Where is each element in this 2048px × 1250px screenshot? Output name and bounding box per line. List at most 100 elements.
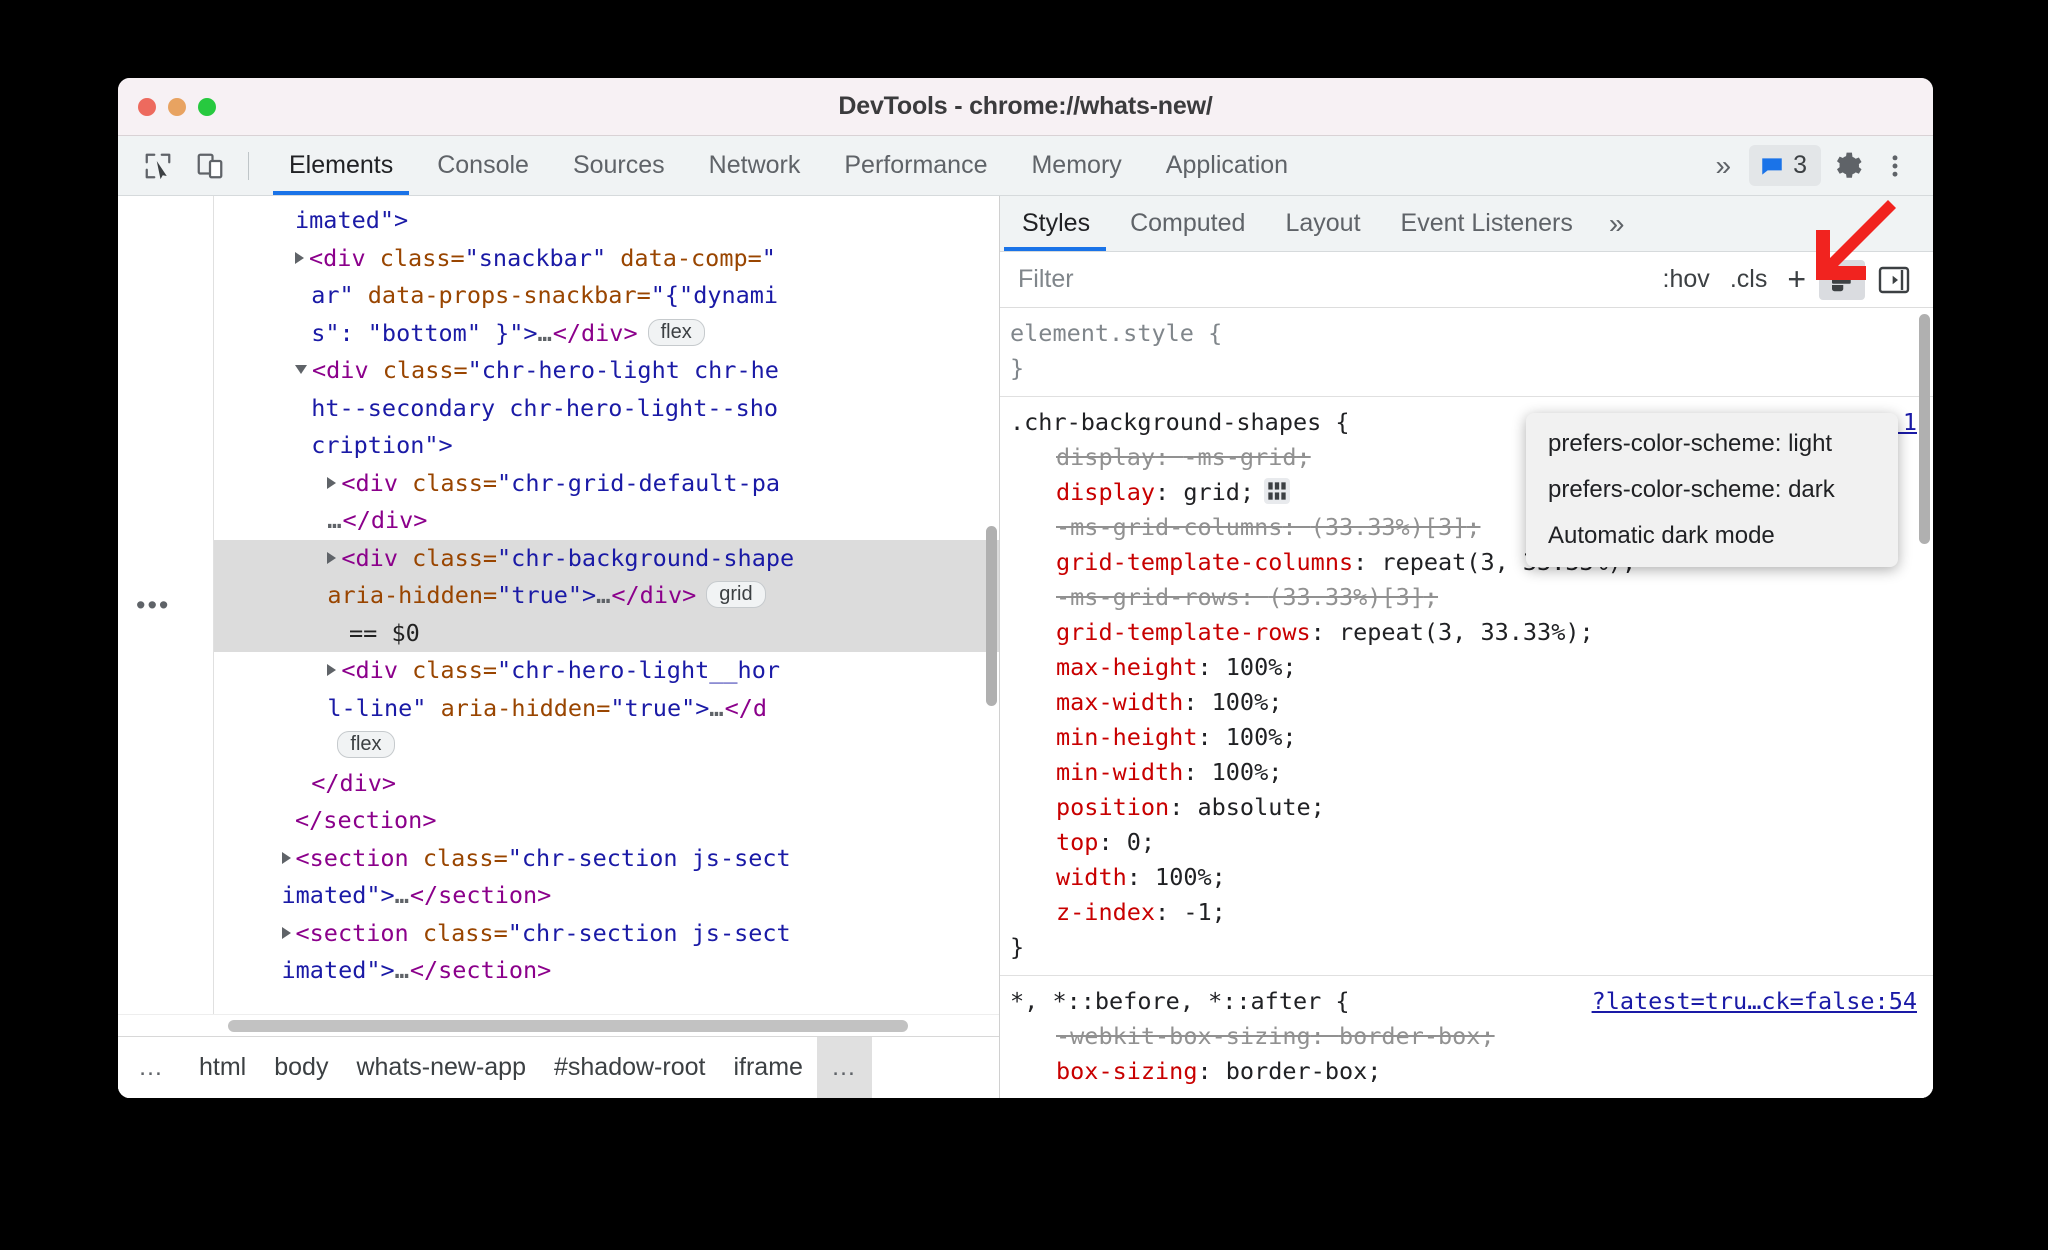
- dom-tree-row[interactable]: <div class="chr-grid-default-pa: [214, 465, 999, 503]
- css-declaration[interactable]: width: 100%;: [1010, 860, 1933, 895]
- css-selector[interactable]: .chr-background-shapes: [1010, 408, 1321, 436]
- css-property-value[interactable]: 100%: [1155, 863, 1212, 891]
- display-badge[interactable]: flex: [337, 731, 395, 758]
- css-property-value[interactable]: absolute: [1197, 793, 1310, 821]
- dom-tree-horizontal-scrollbar-track[interactable]: [118, 1014, 999, 1036]
- dom-tree-row[interactable]: </section>: [214, 802, 999, 840]
- window-traffic-lights[interactable]: [138, 97, 216, 116]
- dom-tree[interactable]: imated"> <div class="snackbar" data-comp=…: [214, 196, 999, 1014]
- hov-button[interactable]: :hov: [1653, 265, 1720, 294]
- zoom-window-button[interactable]: [198, 97, 216, 116]
- color-scheme-menu-item-1[interactable]: prefers-color-scheme: dark: [1526, 467, 1898, 513]
- styles-tab-layout[interactable]: Layout: [1265, 196, 1380, 251]
- dom-tree-row[interactable]: flex: [214, 727, 999, 765]
- breadcrumb-item-whats-new-app[interactable]: whats-new-app: [342, 1053, 540, 1082]
- tab-memory[interactable]: Memory: [1009, 136, 1143, 195]
- tab-console[interactable]: Console: [415, 136, 551, 195]
- css-property-value[interactable]: (33.33%)[3]: [1311, 513, 1467, 541]
- dom-tree-row[interactable]: …</div>: [214, 502, 999, 540]
- dom-tree-row[interactable]: aria-hidden="true">…</div> grid: [214, 577, 999, 615]
- device-toolbar-icon[interactable]: [188, 144, 232, 188]
- issues-badge[interactable]: 3: [1749, 145, 1821, 186]
- css-property-value[interactable]: -ms-grid: [1183, 443, 1296, 471]
- css-property-name[interactable]: width: [1056, 863, 1127, 891]
- css-selector[interactable]: element.style: [1010, 319, 1194, 347]
- css-property-name[interactable]: grid-template-rows: [1056, 618, 1311, 646]
- breadcrumb-item--shadow-root[interactable]: #shadow-root: [540, 1053, 719, 1082]
- css-property-value[interactable]: grid: [1183, 478, 1240, 506]
- css-selector[interactable]: *, *::before, *::after: [1010, 987, 1321, 1015]
- dom-tree-horizontal-scrollbar-thumb[interactable]: [228, 1020, 908, 1032]
- dom-tree-row[interactable]: <div class="snackbar" data-comp=": [214, 240, 999, 278]
- css-property-value[interactable]: 100%: [1226, 653, 1283, 681]
- dom-tree-row[interactable]: <div class="chr-hero-light chr-he: [214, 352, 999, 390]
- inspect-element-icon[interactable]: [136, 144, 180, 188]
- css-rule-origin-link[interactable]: ?latest=tru…ck=false:54: [1592, 984, 1917, 1019]
- dom-tree-row[interactable]: cription">: [214, 427, 999, 465]
- dom-tree-row[interactable]: l-line" aria-hidden="true">…</d: [214, 690, 999, 728]
- breadcrumb-item-body[interactable]: body: [260, 1053, 342, 1082]
- kebab-menu-icon[interactable]: [1873, 144, 1917, 188]
- close-window-button[interactable]: [138, 97, 156, 116]
- css-property-name[interactable]: box-sizing: [1056, 1057, 1197, 1085]
- dom-tree-row[interactable]: imated">…</section>: [214, 877, 999, 915]
- css-property-name[interactable]: display: [1056, 443, 1155, 471]
- dom-tree-row[interactable]: s": "bottom" }">…</div> flex: [214, 315, 999, 353]
- dom-tree-row[interactable]: <section class="chr-section js-sect: [214, 915, 999, 953]
- css-rule[interactable]: *, *::before, *::after {?latest=tru…ck=f…: [1000, 975, 1933, 1098]
- cls-button[interactable]: .cls: [1720, 265, 1778, 294]
- display-badge[interactable]: flex: [647, 318, 705, 346]
- dom-tree-row[interactable]: imated">: [214, 202, 999, 240]
- css-declaration[interactable]: max-height: 100%;: [1010, 650, 1933, 685]
- css-declaration[interactable]: min-height: 100%;: [1010, 720, 1933, 755]
- minimize-window-button[interactable]: [168, 97, 186, 116]
- css-property-value[interactable]: 100%: [1212, 688, 1269, 716]
- css-declaration[interactable]: -webkit-box-sizing: border-box;: [1010, 1019, 1933, 1054]
- css-property-name[interactable]: -webkit-box-sizing: [1056, 1022, 1311, 1050]
- css-rule[interactable]: element.style {}: [1000, 308, 1933, 396]
- css-declaration[interactable]: z-index: -1;: [1010, 895, 1933, 930]
- css-property-value[interactable]: repeat(3, 33.33%): [1339, 618, 1580, 646]
- styles-tab-computed[interactable]: Computed: [1110, 196, 1265, 251]
- css-property-value[interactable]: -1: [1183, 898, 1211, 926]
- tab-elements[interactable]: Elements: [267, 136, 415, 195]
- css-property-value[interactable]: 100%: [1226, 723, 1283, 751]
- css-declaration[interactable]: min-width: 100%;: [1010, 755, 1933, 790]
- css-declaration[interactable]: -ms-grid-rows: (33.33%)[3];: [1010, 580, 1933, 615]
- tab-performance[interactable]: Performance: [822, 136, 1009, 195]
- dom-tree-row[interactable]: <div class="chr-background-shape: [214, 539, 999, 577]
- css-property-value[interactable]: 100%: [1212, 758, 1269, 786]
- css-property-name[interactable]: display: [1056, 478, 1155, 506]
- css-property-name[interactable]: top: [1056, 828, 1098, 856]
- css-property-value[interactable]: border-box: [1226, 1057, 1367, 1085]
- css-property-name[interactable]: -ms-grid-columns: [1056, 513, 1282, 541]
- tab-application[interactable]: Application: [1144, 136, 1310, 195]
- css-declaration[interactable]: box-sizing: border-box;: [1010, 1054, 1933, 1089]
- dom-tree-vertical-scrollbar[interactable]: [986, 526, 997, 706]
- expand-triangle-icon[interactable]: [295, 251, 304, 264]
- dom-tree-row[interactable]: == $0: [214, 614, 999, 652]
- css-declaration[interactable]: top: 0;: [1010, 825, 1933, 860]
- breadcrumb-overflow-right[interactable]: …: [816, 1037, 872, 1098]
- tab-sources[interactable]: Sources: [551, 136, 687, 195]
- display-badge[interactable]: grid: [706, 581, 766, 608]
- css-declaration[interactable]: position: absolute;: [1010, 790, 1933, 825]
- breadcrumb-overflow-left[interactable]: …: [118, 1053, 185, 1082]
- breadcrumb-item-html[interactable]: html: [185, 1053, 260, 1082]
- css-declaration[interactable]: max-width: 100%;: [1010, 685, 1933, 720]
- expand-triangle-icon[interactable]: [327, 664, 337, 676]
- styles-vertical-scrollbar[interactable]: [1919, 314, 1930, 544]
- css-property-name[interactable]: position: [1056, 793, 1169, 821]
- css-property-name[interactable]: grid-template-columns: [1056, 548, 1353, 576]
- css-property-name[interactable]: max-width: [1056, 688, 1183, 716]
- gutter-more-dots[interactable]: •••: [136, 592, 170, 619]
- css-property-name[interactable]: z-index: [1056, 898, 1155, 926]
- styles-tab-styles[interactable]: Styles: [1000, 196, 1110, 251]
- dom-tree-row[interactable]: ht--secondary chr-hero-light--sho: [214, 390, 999, 428]
- css-property-name[interactable]: min-width: [1056, 758, 1183, 786]
- grid-overlay-badge[interactable]: [1264, 478, 1291, 504]
- expand-triangle-icon[interactable]: [327, 551, 337, 564]
- css-property-name[interactable]: -ms-grid-rows: [1056, 583, 1240, 611]
- expand-triangle-icon[interactable]: [281, 926, 291, 939]
- styles-tab-event-listeners[interactable]: Event Listeners: [1381, 196, 1593, 251]
